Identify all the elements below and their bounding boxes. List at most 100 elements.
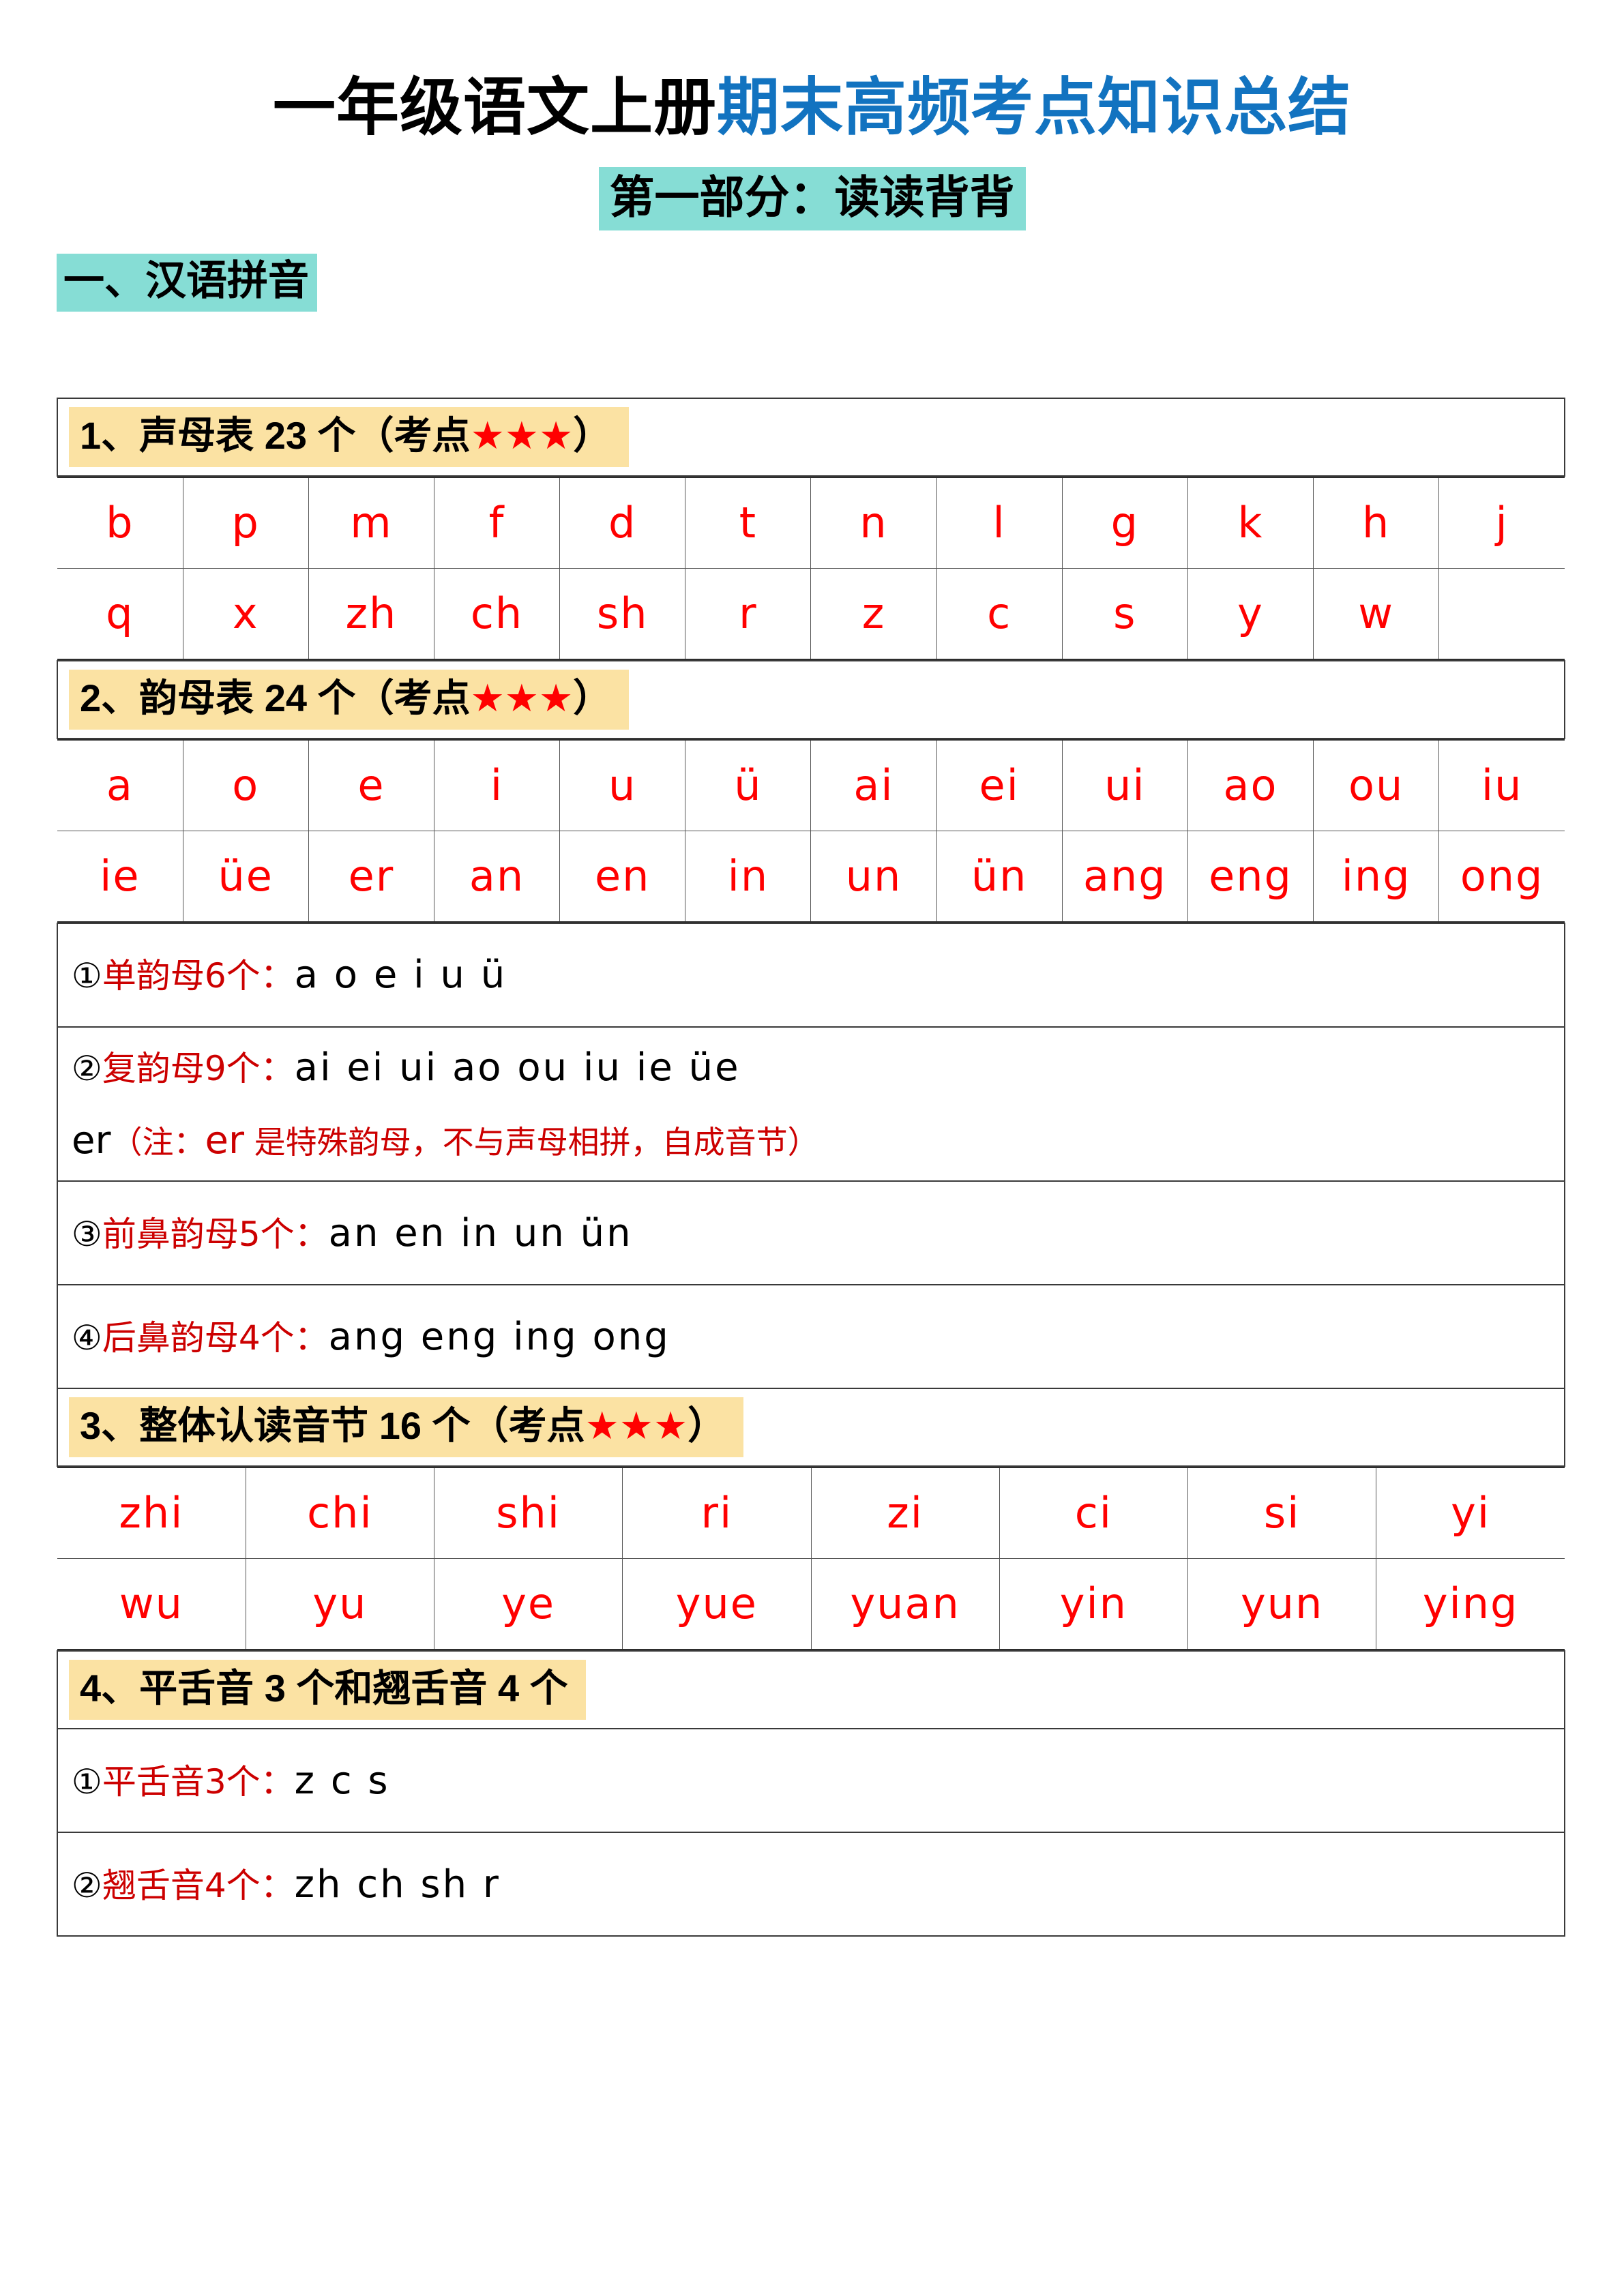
pingsheyin-values: z c s (294, 1758, 390, 1803)
fuyunmu-er-note-line: er（注：er 是特殊韵母，不与声母相拼，自成音节） (72, 1113, 1557, 1168)
pinyin-cell: b (57, 477, 183, 569)
list-marker: ④ (72, 1317, 102, 1358)
star-rating-icon: ★★★ (470, 414, 574, 458)
qiaosheyin-row: ②翘舌音4个：zh ch sh r (57, 1832, 1565, 1937)
pinyin-cell: yue (622, 1558, 812, 1651)
fuyunmu-row: ②复韵母9个：ai ei ui ao ou iu ie üe er（注：er 是… (57, 1026, 1565, 1182)
table-row: ie üe er an en in un ün ang eng ing ong (57, 831, 1565, 923)
pinyin-cell: yin (999, 1558, 1189, 1651)
qiaosheyin-values: zh ch sh r (294, 1862, 501, 1907)
houbi-row: ④后鼻韵母4个：ang eng ing ong (57, 1284, 1565, 1390)
pinyin-cell: z (810, 568, 937, 660)
table-row: b p m f d t n l g k h j (57, 475, 1565, 661)
qiaosheyin-unit: 个 (226, 1865, 261, 1905)
table-row: wu yu ye yue yuan yin yun ying (57, 1558, 1565, 1651)
pinyin-cell: ci (999, 1467, 1189, 1560)
pinyin-cell: g (1061, 477, 1188, 569)
table-row: a o e i u ü ai ei ui ao ou (57, 738, 1565, 924)
pinyin-cell: ying (1376, 1558, 1565, 1651)
shengmu-heading-suffix: ） (573, 414, 612, 458)
page-title: 一年级语文上册期末高频考点知识总结 (0, 0, 1624, 141)
colon: ： (260, 1761, 295, 1802)
pinyin-cell: t (685, 477, 812, 569)
pinyin-cell: an (433, 831, 561, 923)
er-note-rest: 是特殊韵母，不与声母相拼，自成音节） (243, 1124, 819, 1161)
section-heading-pinyin: 一、汉语拼音 (57, 254, 317, 312)
subtitle-banner: 第一部分：读读背背 (598, 166, 1026, 231)
pinyin-cell: iu (1438, 739, 1565, 831)
houbi-unit: 个 (260, 1317, 295, 1358)
pinyin-cell: f (433, 477, 561, 569)
pinyin-cell: a (57, 739, 183, 831)
shengmu-heading-cell: 1、声母表 23 个（考点★★★） (57, 398, 1565, 477)
pinyin-cell: shi (433, 1467, 623, 1560)
er-note-open: （注： (110, 1124, 205, 1161)
colon: ： (260, 956, 295, 996)
pinyin-cell: m (308, 477, 434, 569)
pinyin-cell: u (559, 739, 686, 831)
pinyin-cell: e (308, 739, 434, 831)
pinyin-cell: s (1061, 568, 1188, 660)
pinyin-cell: q (57, 568, 183, 660)
colon: ： (260, 1865, 295, 1905)
pinyin-cell: ch (433, 568, 561, 660)
pinyin-cell: k (1187, 477, 1314, 569)
pinyin-cell: o (182, 739, 309, 831)
pinyin-cell: ang (1061, 831, 1188, 923)
table-row: ②翘舌音4个：zh ch sh r (57, 1832, 1565, 1937)
danyunmu-values: a o e i u ü (294, 953, 507, 998)
er-label: er (72, 1118, 111, 1163)
pinyin-cell: yu (245, 1558, 435, 1651)
table-row: zhi chi shi ri zi ci si yi wu yu ye yue … (57, 1465, 1565, 1652)
pinyin-cell: h (1313, 477, 1440, 569)
pinyin-cell: zi (810, 1467, 1000, 1560)
list-marker: ① (72, 956, 102, 996)
pinyin-cell: ao (1187, 739, 1314, 831)
fuyunmu-label: 复韵母 (102, 1049, 205, 1088)
pinyin-cell: yi (1376, 1467, 1565, 1560)
pinyin-cell-empty (1438, 568, 1565, 660)
pinyin-cell: n (810, 477, 937, 569)
zhengti-heading-suffix: ） (688, 1404, 726, 1448)
danyunmu-count: 6 (204, 956, 226, 996)
table-row: 3、整体认读音节 16 个（考点★★★） (57, 1388, 1565, 1467)
pinyin-cell: l (936, 477, 1063, 569)
pinyin-cell: j (1438, 477, 1565, 569)
knowledge-table: 1、声母表 23 个（考点★★★） b p m f d t n l g k h … (57, 398, 1565, 1937)
qianbi-values: an en in un ün (328, 1210, 633, 1255)
pingsheyin-unit: 个 (226, 1761, 261, 1802)
pinyin-cell: ü (685, 739, 812, 831)
pinyin-cell: en (559, 831, 686, 923)
pinyin-cell: er (308, 831, 434, 923)
sheyin-heading-banner: 4、平舌音 3 个和翘舌音 4 个 (69, 1660, 586, 1720)
pinyin-cell: üe (182, 831, 309, 923)
pingsheyin-count: 3 (204, 1761, 226, 1802)
qianbi-row: ③前鼻韵母5个：an en in un ün (57, 1180, 1565, 1286)
zhengti-grid-cell: zhi chi shi ri zi ci si yi wu yu ye yue … (57, 1465, 1565, 1652)
pinyin-cell: y (1187, 568, 1314, 660)
zhengti-heading-banner: 3、整体认读音节 16 个（考点★★★） (69, 1397, 744, 1458)
table-row: ②复韵母9个：ai ei ui ao ou iu ie üe er（注：er 是… (57, 1026, 1565, 1182)
star-rating-icon: ★★★ (470, 676, 574, 720)
pinyin-cell: wu (57, 1558, 246, 1651)
shengmu-heading-prefix: 1、声母表 23 个（考点 (80, 414, 471, 458)
section-heading-row: 一、汉语拼音 (0, 254, 1624, 312)
pinyin-cell: p (182, 477, 309, 569)
colon: ： (294, 1214, 329, 1254)
pinyin-cell: yuan (810, 1558, 1000, 1651)
fuyunmu-values: ai ei ui ao ou iu ie üe (294, 1045, 741, 1090)
danyunmu-label: 单韵母 (102, 956, 205, 996)
document-page: 一年级语文上册期末高频考点知识总结 第一部分：读读背背 一、汉语拼音 1、声母表… (0, 0, 1624, 2296)
qiaosheyin-count: 4 (204, 1865, 226, 1905)
pinyin-cell: eng (1187, 831, 1314, 923)
title-blue-part: 期末高频考点知识总结 (717, 73, 1352, 143)
pinyin-cell: ri (622, 1467, 812, 1560)
pinyin-cell: ui (1061, 739, 1188, 831)
pinyin-cell: w (1313, 568, 1440, 660)
pinyin-cell: ai (810, 739, 937, 831)
yunmu-heading-banner: 2、韵母表 24 个（考点★★★） (69, 670, 630, 730)
shengmu-heading-banner: 1、声母表 23 个（考点★★★） (69, 407, 630, 467)
qianbi-unit: 个 (260, 1214, 295, 1254)
zhengti-grid: zhi chi shi ri zi ci si yi wu yu ye yue … (57, 1467, 1565, 1651)
houbi-label: 后鼻韵母 (102, 1317, 239, 1358)
